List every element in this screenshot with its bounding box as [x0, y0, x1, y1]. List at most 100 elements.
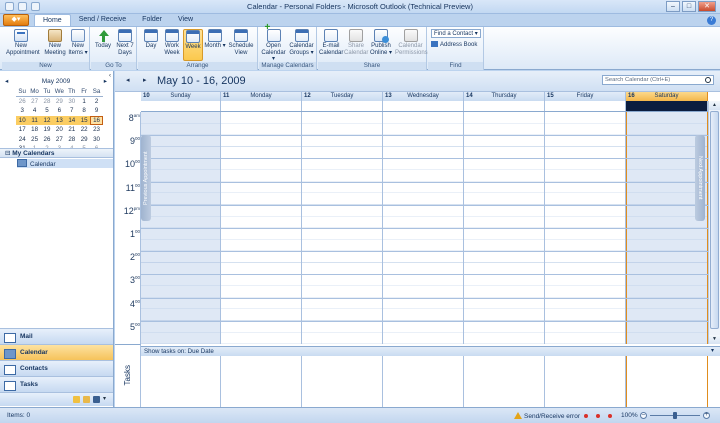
- nav-tasks-button[interactable]: Tasks: [0, 376, 113, 392]
- schedule-view-button[interactable]: Schedule View: [228, 29, 254, 56]
- zoom-in-icon[interactable]: +: [703, 412, 710, 419]
- nav-mail-button[interactable]: Mail: [0, 328, 113, 344]
- email-calendar-button[interactable]: E-mail Calendar: [319, 29, 343, 56]
- calendar-scrollbar[interactable]: ▲ ▼: [708, 101, 720, 344]
- task-cell[interactable]: [302, 356, 383, 407]
- next-month-icon[interactable]: ▸: [104, 77, 107, 87]
- date-navigator-day[interactable]: 30: [90, 135, 102, 145]
- task-cell[interactable]: [545, 356, 626, 407]
- date-navigator-day[interactable]: 6: [53, 106, 65, 116]
- work-week-button[interactable]: Work Week: [162, 29, 182, 56]
- date-navigator-day[interactable]: 25: [28, 135, 40, 145]
- task-cell[interactable]: [383, 356, 464, 407]
- date-navigator-day[interactable]: 21: [66, 125, 78, 135]
- date-navigator-day[interactable]: 26: [16, 97, 28, 107]
- date-navigator-day[interactable]: 11: [28, 115, 41, 125]
- open-calendar-button[interactable]: Open Calendar ▾: [260, 25, 287, 63]
- date-navigator-day[interactable]: 26: [41, 135, 53, 145]
- all-day-cell[interactable]: [141, 101, 221, 111]
- all-day-cell[interactable]: [221, 101, 302, 111]
- day-header[interactable]: 15 Friday: [545, 92, 626, 101]
- date-navigator-day[interactable]: 8: [78, 106, 90, 116]
- today-button[interactable]: Today: [93, 29, 113, 50]
- find-contact-box[interactable]: Find a Contact ▾: [431, 29, 481, 38]
- previous-appointment-tab[interactable]: Previous Appointment: [141, 135, 151, 221]
- all-day-cell[interactable]: [464, 101, 545, 111]
- tasks-grid[interactable]: [141, 356, 708, 407]
- date-navigator-day[interactable]: 10: [16, 115, 29, 125]
- date-navigator-day[interactable]: 2: [90, 97, 102, 107]
- next-appointment-tab[interactable]: Next Appointment: [695, 135, 705, 221]
- minimize-button[interactable]: –: [666, 1, 680, 12]
- date-navigator-day[interactable]: 27: [28, 97, 40, 107]
- day-header[interactable]: 16 Saturday: [626, 92, 708, 101]
- month-view-button[interactable]: Month ▾: [204, 29, 226, 50]
- zoom-knob[interactable]: [673, 412, 677, 419]
- close-button[interactable]: ✕: [698, 1, 716, 12]
- day-header[interactable]: 12 Tuesday: [302, 92, 383, 101]
- configure-buttons-icon[interactable]: ▾: [103, 396, 108, 403]
- shortcuts-icon[interactable]: [93, 396, 100, 403]
- task-cell[interactable]: [221, 356, 302, 407]
- nav-calendar-button[interactable]: Calendar: [0, 344, 113, 360]
- notes-icon[interactable]: [73, 396, 80, 403]
- date-navigator-day[interactable]: 17: [16, 125, 28, 135]
- day-header[interactable]: 14 Thursday: [464, 92, 545, 101]
- week-view-button[interactable]: Week: [183, 29, 203, 61]
- date-navigator-day[interactable]: 12: [40, 115, 54, 125]
- date-navigator-day[interactable]: 1: [78, 97, 90, 107]
- next-week-button[interactable]: ▸: [143, 76, 147, 84]
- view-reading-icon[interactable]: [596, 414, 600, 418]
- date-navigator-day[interactable]: 28: [41, 97, 53, 107]
- calendar-groups-button[interactable]: Calendar Groups ▾: [288, 29, 315, 56]
- date-navigator-day[interactable]: 28: [66, 135, 78, 145]
- my-calendars-header[interactable]: My Calendars: [0, 148, 113, 158]
- tab-send-receive[interactable]: Send / Receive: [71, 14, 134, 26]
- prev-week-button[interactable]: ◂: [126, 76, 130, 84]
- date-navigator-day[interactable]: 27: [53, 135, 65, 145]
- new-items-button[interactable]: New Items ▾: [68, 29, 88, 56]
- date-navigator-day[interactable]: 16: [90, 115, 103, 125]
- date-navigator-day[interactable]: 14: [65, 115, 78, 125]
- day-view-button[interactable]: Day: [141, 29, 161, 50]
- tasks-show-bar[interactable]: Show tasks on: Due Date ▾: [141, 346, 720, 356]
- new-appointment-button[interactable]: New Appointment: [6, 29, 40, 56]
- task-cell[interactable]: [464, 356, 545, 407]
- date-navigator-day[interactable]: 23: [90, 125, 102, 135]
- day-header[interactable]: 10 Sunday: [141, 92, 221, 101]
- calendar-list-item[interactable]: Calendar: [17, 159, 113, 168]
- date-navigator-day[interactable]: 29: [78, 135, 90, 145]
- task-cell[interactable]: [626, 356, 708, 407]
- tasks-chevron-icon[interactable]: ▾: [711, 347, 714, 356]
- task-cell[interactable]: [141, 356, 221, 407]
- next-7-days-button[interactable]: Next 7 Days: [114, 29, 136, 56]
- scroll-up-icon[interactable]: ▲: [709, 101, 720, 110]
- help-icon[interactable]: ?: [707, 16, 716, 25]
- scroll-down-icon[interactable]: ▼: [709, 335, 720, 344]
- view-normal-icon[interactable]: [584, 414, 588, 418]
- week-grid[interactable]: [141, 112, 708, 344]
- send-receive-error[interactable]: Send/Receive error: [514, 412, 580, 420]
- date-navigator-day[interactable]: 7: [66, 106, 78, 116]
- date-navigator-day[interactable]: 9: [90, 106, 102, 116]
- all-day-cell[interactable]: [545, 101, 626, 111]
- date-navigator-day[interactable]: 30: [66, 97, 78, 107]
- search-calendar-input[interactable]: Search Calendar (Ctrl+E): [602, 75, 714, 85]
- new-meeting-button[interactable]: New Meeting: [42, 29, 68, 56]
- date-navigator-day[interactable]: 20: [53, 125, 65, 135]
- office-button[interactable]: ◆▾: [3, 14, 29, 26]
- tab-view[interactable]: View: [170, 14, 201, 26]
- scroll-thumb[interactable]: [710, 111, 719, 329]
- date-navigator-day[interactable]: 24: [16, 135, 28, 145]
- date-navigator-day[interactable]: 18: [28, 125, 40, 135]
- address-book-button[interactable]: Address Book: [431, 41, 477, 48]
- maximize-button[interactable]: □: [682, 1, 696, 12]
- folder-list-icon[interactable]: [83, 396, 90, 403]
- all-day-cell[interactable]: [302, 101, 383, 111]
- prev-month-icon[interactable]: ◂: [5, 77, 8, 87]
- date-navigator-day[interactable]: 3: [16, 106, 28, 116]
- date-navigator-day[interactable]: 4: [28, 106, 40, 116]
- date-navigator-day[interactable]: 19: [41, 125, 53, 135]
- day-header[interactable]: 13 Wednesday: [383, 92, 464, 101]
- date-navigator-day[interactable]: 13: [53, 115, 66, 125]
